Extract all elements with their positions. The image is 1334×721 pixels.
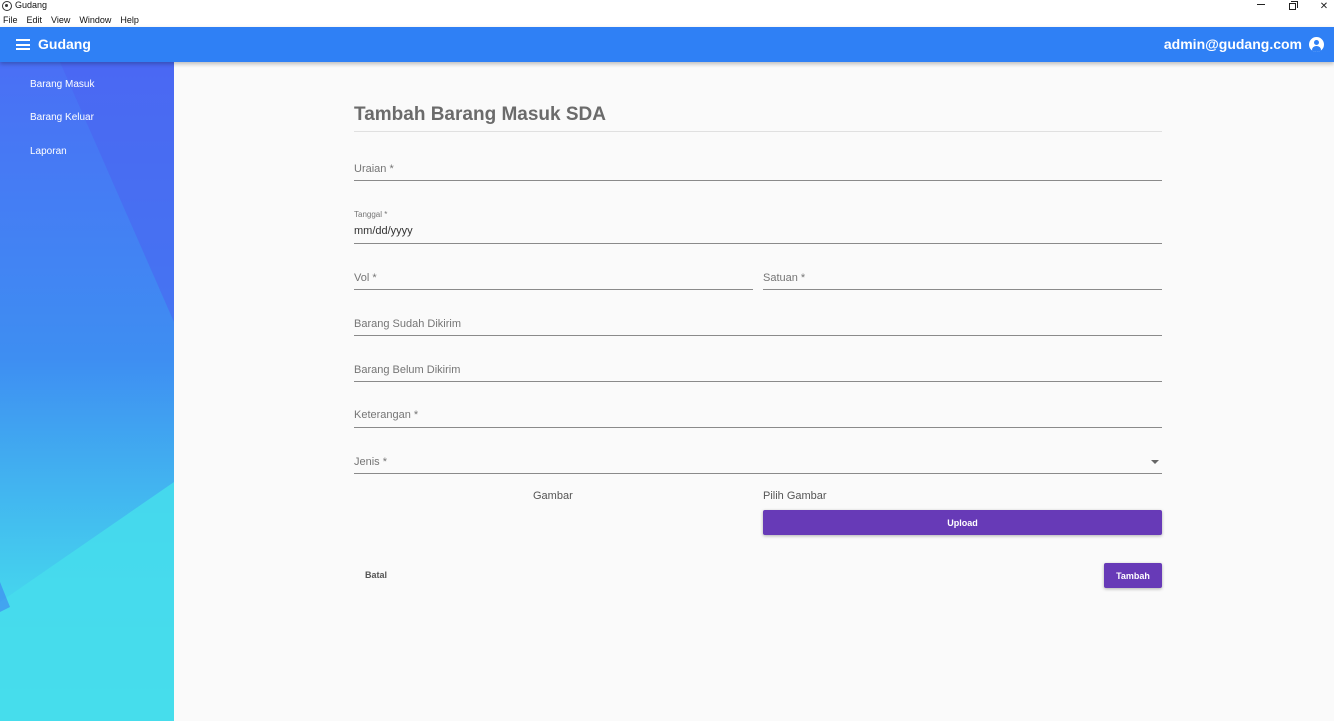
pilih-gambar-label: Pilih Gambar [763,490,827,502]
close-icon[interactable]: ✕ [1309,0,1334,12]
menu-help[interactable]: Help [120,13,139,27]
vol-label: Vol * [354,272,377,284]
account-circle-icon[interactable] [1309,37,1324,52]
tanggal-value: mm/dd/yyyy [354,225,413,237]
vol-field[interactable]: Vol * [354,269,753,290]
user-email[interactable]: admin@gudang.com [1164,36,1302,52]
keterangan-label: Keterangan * [354,409,419,421]
minimize-icon[interactable] [1246,0,1276,12]
sidebar-item-barang-keluar[interactable]: Barang Keluar [30,112,94,123]
sidebar-background-shapes [0,62,174,721]
title-divider [354,131,1162,132]
barang-belum-dikirim-label: Barang Belum Dikirim [354,364,461,376]
jenis-label: Jenis * [354,456,388,468]
gambar-label: Gambar [533,490,573,502]
menu-bar: File Edit View Window Help [0,13,1334,27]
tambah-button[interactable]: Tambah [1104,563,1162,588]
uraian-field[interactable]: Uraian * [354,160,1162,181]
keterangan-field[interactable]: Keterangan * [354,406,1162,428]
barang-sudah-dikirim-label: Barang Sudah Dikirim [354,318,461,330]
upload-button[interactable]: Upload [763,510,1162,535]
app-logo-icon [2,1,12,11]
menu-edit[interactable]: Edit [27,13,43,27]
app-bar: Gudang admin@gudang.com [0,27,1334,62]
menu-window[interactable]: Window [79,13,111,27]
menu-view[interactable]: View [51,13,70,27]
barang-belum-dikirim-field[interactable]: Barang Belum Dikirim [354,361,1162,382]
batal-button[interactable]: Batal [355,565,397,585]
uraian-label: Uraian * [354,163,394,175]
restore-icon[interactable] [1277,0,1307,12]
sidebar-item-laporan[interactable]: Laporan [30,146,67,157]
dropdown-arrow-icon [1151,460,1159,464]
satuan-field[interactable]: Satuan * [763,269,1162,290]
sidebar-item-barang-masuk[interactable]: Barang Masuk [30,79,94,90]
page-title: Tambah Barang Masuk SDA [354,104,606,125]
app-title: Gudang [38,36,91,52]
window-title: Gudang [15,0,48,10]
barang-sudah-dikirim-field[interactable]: Barang Sudah Dikirim [354,315,1162,336]
jenis-select[interactable]: Jenis * [354,452,1162,474]
hamburger-menu-icon[interactable] [16,39,30,50]
satuan-label: Satuan * [763,272,806,284]
tanggal-label: Tanggal * [354,210,388,219]
menu-file[interactable]: File [3,13,18,27]
sidebar: Barang Masuk Barang Keluar Laporan [0,62,174,721]
window-titlebar: Gudang ✕ [0,0,1334,13]
tanggal-field[interactable]: Tanggal * mm/dd/yyyy [354,210,1162,244]
